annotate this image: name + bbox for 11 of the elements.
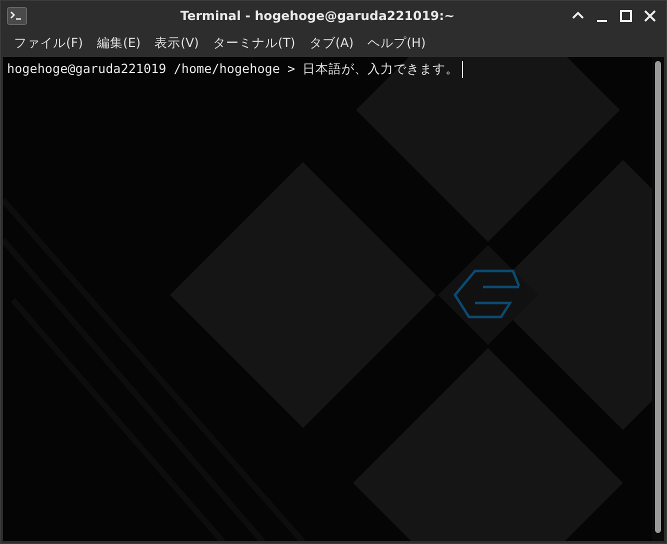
menu-item[interactable]: ターミナル(T) <box>206 32 302 55</box>
menu-item[interactable]: タブ(A) <box>302 32 361 55</box>
menu-item[interactable]: ファイル(F) <box>7 32 90 55</box>
terminal-line: hogehoge@garuda221019 /home/hogehoge > 日本語が、入力できます。 <box>7 60 459 78</box>
text-cursor <box>462 60 464 78</box>
terminal-icon <box>7 6 27 24</box>
window-title: Terminal - hogehoge@garuda221019:~ <box>179 8 456 23</box>
scrollbar-thumb[interactable] <box>655 61 661 533</box>
menu-item[interactable]: ヘルプ(H) <box>360 32 433 55</box>
menu-item[interactable]: 編集(E) <box>90 32 148 55</box>
menu-item[interactable]: 表示(V) <box>148 32 206 55</box>
